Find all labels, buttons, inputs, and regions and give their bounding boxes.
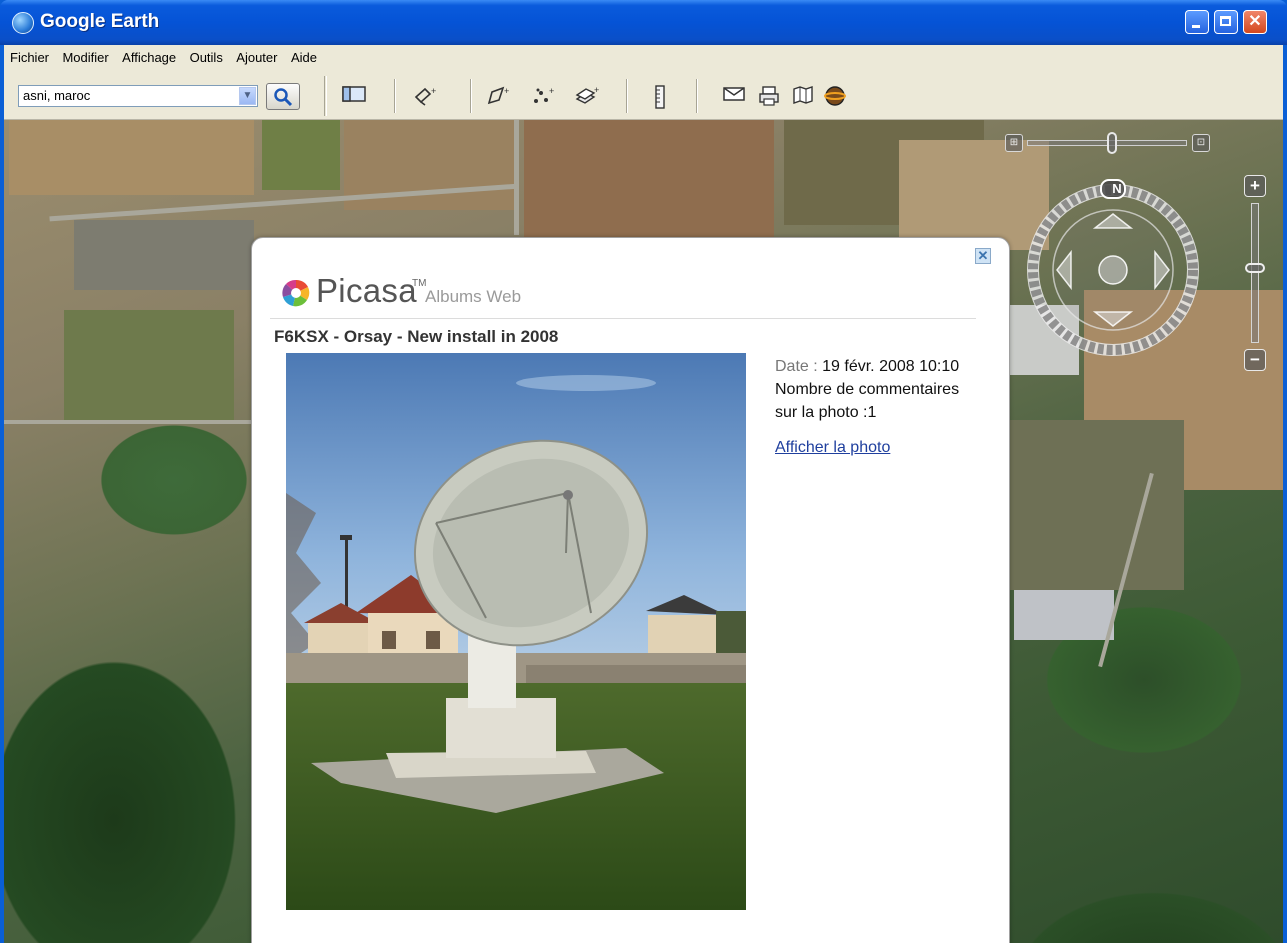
image-overlay-add-icon: + [575, 85, 599, 104]
print-icon [759, 86, 779, 106]
search-button[interactable] [266, 83, 300, 110]
navigation-compass[interactable] [1021, 178, 1205, 362]
map-field [9, 120, 254, 195]
close-balloon-button[interactable]: ✕ [975, 248, 991, 264]
map-buildings [74, 220, 254, 290]
svg-text:+: + [504, 86, 509, 96]
polygon-add-icon: + [487, 86, 509, 105]
add-image-overlay-button[interactable]: + [575, 85, 601, 107]
picasa-logo-icon [282, 279, 310, 307]
date-label: Date : [775, 358, 818, 375]
add-placemark-button[interactable]: + [413, 85, 439, 107]
tilt-slider-thumb[interactable] [1107, 132, 1117, 154]
ruler-button[interactable] [647, 85, 673, 109]
zoom-slider-thumb[interactable] [1245, 263, 1265, 273]
earth-map-view[interactable]: ⊞ ⊡ N + − ✕ Picasa TM Albums Web F6KSX -… [4, 120, 1283, 943]
balloon-divider [270, 318, 976, 319]
menu-bar: Fichier Modifier Affichage Outils Ajoute… [4, 45, 1283, 71]
add-path-button[interactable]: + [531, 85, 557, 107]
sidebar-toggle-button[interactable] [341, 85, 367, 107]
photo-date: Date : 19 févr. 2008 10:10 [775, 355, 975, 378]
menu-affichage[interactable]: Affichage [122, 50, 176, 65]
placemark-info-balloon: ✕ Picasa TM Albums Web F6KSX - Orsay - N… [251, 237, 1010, 943]
menu-aide[interactable]: Aide [291, 50, 317, 65]
close-button[interactable]: ✕ [1243, 10, 1267, 34]
zoom-slider-track[interactable] [1251, 203, 1259, 343]
maximize-icon [1215, 11, 1237, 33]
chevron-down-icon[interactable]: ▼ [239, 87, 256, 105]
map-road [514, 120, 519, 235]
toolbar-separator [394, 79, 396, 113]
minimize-icon [1186, 11, 1208, 33]
photo-comments-count: Nombre de commentaires sur la photo :1 [775, 381, 960, 421]
search-combobox[interactable]: ▼ [18, 85, 258, 107]
menu-ajouter[interactable]: Ajouter [236, 50, 277, 65]
window-title: Google Earth [40, 11, 160, 32]
map-view-button[interactable] [790, 85, 816, 107]
view-photo-link[interactable]: Afficher la photo [775, 436, 890, 459]
map-residential [1004, 420, 1184, 590]
tilt-up-icon[interactable]: ⊡ [1192, 134, 1210, 152]
menu-modifier[interactable]: Modifier [62, 50, 108, 65]
tilt-down-icon[interactable]: ⊞ [1005, 134, 1023, 152]
svg-text:+: + [431, 86, 436, 96]
map-field [524, 120, 774, 238]
look-tilt-slider[interactable]: ⊞ ⊡ [1005, 132, 1210, 154]
ruler-icon [655, 85, 665, 109]
satellite-dish-photo [286, 353, 746, 910]
toolbar-separator [696, 79, 698, 113]
picasa-brand-text: Picasa [316, 272, 417, 309]
title-bar: Google Earth ✕ [0, 0, 1287, 45]
sky-icon [824, 86, 846, 106]
sidebar-toggle-icon [342, 86, 366, 102]
email-icon [723, 87, 745, 101]
email-button[interactable] [721, 85, 747, 107]
maximize-button[interactable] [1214, 10, 1238, 34]
map-field [262, 120, 340, 190]
close-icon: ✕ [1248, 13, 1262, 30]
add-polygon-button[interactable]: + [486, 85, 512, 107]
print-button[interactable] [756, 85, 782, 107]
toolbar-separator [324, 76, 327, 116]
map-view-icon [793, 86, 813, 104]
toolbar-separator [470, 79, 472, 113]
zoom-in-button[interactable]: + [1244, 175, 1266, 197]
placemark-add-icon: + [414, 86, 436, 106]
toolbar: ▼ + + + + [4, 71, 1283, 120]
sky-button[interactable] [822, 85, 848, 107]
map-buildings [1014, 590, 1114, 640]
photo-thumbnail[interactable] [286, 353, 746, 910]
svg-text:+: + [594, 85, 599, 95]
map-road [4, 420, 254, 424]
path-add-icon: + [534, 86, 554, 103]
menu-fichier[interactable]: Fichier [10, 50, 49, 65]
search-icon [274, 88, 293, 107]
search-input[interactable] [21, 87, 235, 104]
toolbar-separator [626, 79, 628, 113]
zoom-slider[interactable]: + − [1244, 175, 1266, 373]
map-field [64, 310, 234, 420]
svg-text:+: + [549, 86, 554, 96]
photo-metadata: Date : 19 févr. 2008 10:10 Nombre de com… [775, 355, 975, 459]
zoom-out-button[interactable]: − [1244, 349, 1266, 371]
minimize-button[interactable] [1185, 10, 1209, 34]
picasa-subtitle: Albums Web [425, 287, 522, 306]
google-earth-icon [12, 12, 34, 34]
photo-title: F6KSX - Orsay - New install in 2008 [274, 327, 559, 346]
date-value: 19 févr. 2008 10:10 [822, 358, 960, 375]
compass-north-label[interactable]: N [1105, 181, 1129, 196]
menu-outils[interactable]: Outils [190, 50, 223, 65]
